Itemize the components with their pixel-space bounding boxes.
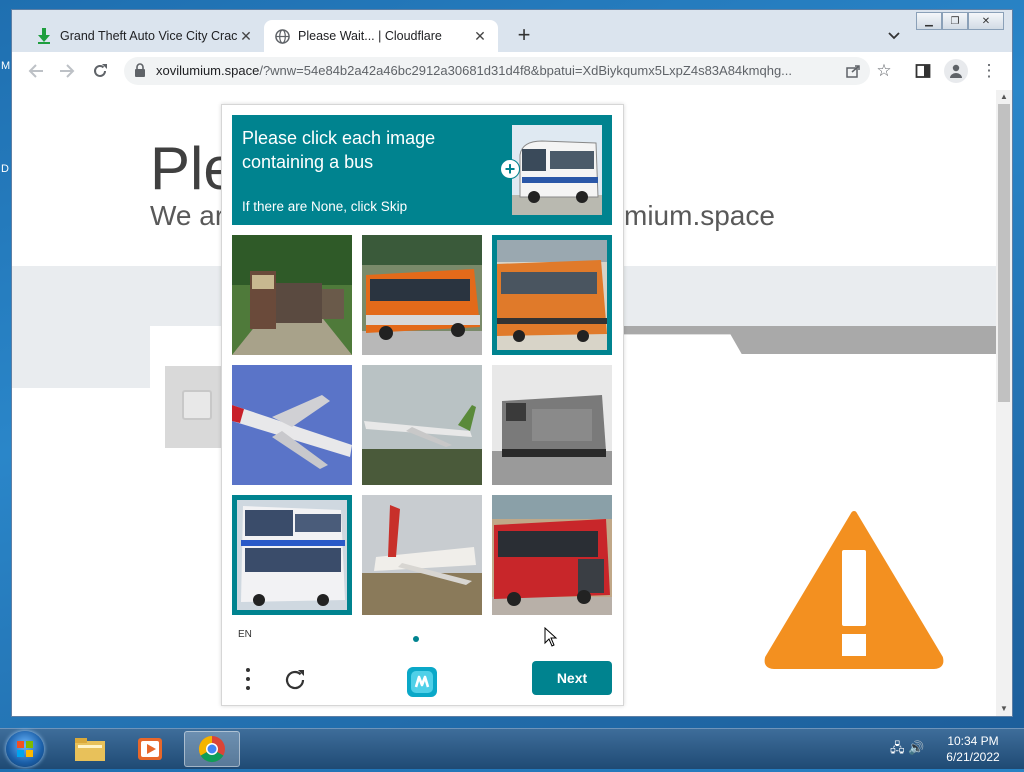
folder-icon	[75, 738, 105, 761]
mouse-cursor-icon	[544, 627, 558, 647]
new-tab-button[interactable]: +	[512, 24, 536, 48]
scroll-up-arrow-icon[interactable]: ▲	[996, 90, 1012, 104]
captcha-footer: Next	[222, 655, 623, 703]
taskbar-clock[interactable]: 10:34 PM 6/21/2022	[938, 733, 1008, 765]
back-arrow-icon[interactable]	[25, 60, 47, 82]
bookmark-star-icon[interactable]: ☆	[873, 60, 895, 82]
captcha-challenge: Please click each image containing a bus…	[221, 104, 624, 706]
tab-cloudflare[interactable]: Please Wait... | Cloudflare ✕	[264, 20, 498, 52]
captcha-tile-selected[interactable]	[232, 495, 352, 615]
tab-strip: Grand Theft Auto Vice City Crack ✕ Pleas…	[12, 10, 1012, 52]
example-expand-icon[interactable]: +	[500, 159, 520, 179]
language-selector[interactable]: EN	[238, 629, 252, 640]
captcha-tile[interactable]	[362, 365, 482, 485]
start-button[interactable]	[6, 731, 44, 767]
maximize-button[interactable]: ❐	[942, 12, 968, 30]
tab-title: Grand Theft Auto Vice City Crack	[60, 29, 238, 43]
taskbar-file-explorer[interactable]	[62, 731, 118, 767]
warning-icon	[764, 511, 944, 669]
captcha-tile[interactable]	[492, 365, 612, 485]
download-arrow-icon	[36, 28, 52, 44]
close-tab-icon[interactable]: ✕	[238, 28, 254, 45]
captcha-image-grid	[232, 235, 612, 615]
captcha-skip-hint: If there are None, click Skip	[242, 199, 408, 214]
taskbar: 🖧 🔊 10:34 PM 6/21/2022	[0, 728, 1024, 769]
tab-search-chevron-icon[interactable]	[884, 26, 904, 46]
captcha-tile-selected[interactable]	[492, 235, 612, 355]
progress-band	[622, 326, 996, 388]
url-text: xovilumium.space/?wnw=54e84b2a42a46bc291…	[156, 63, 793, 78]
media-player-icon	[138, 738, 162, 760]
verify-checkbox[interactable]	[182, 390, 212, 420]
captcha-tile[interactable]	[232, 235, 352, 355]
page-indicator-dot	[413, 636, 419, 642]
globe-icon	[274, 28, 290, 44]
address-bar[interactable]: xovilumium.space/?wnw=54e84b2a42a46bc291…	[124, 57, 870, 85]
tab-gta-crack[interactable]: Grand Theft Auto Vice City Crack ✕	[26, 20, 264, 52]
taskbar-chrome[interactable]	[184, 731, 240, 767]
captcha-menu-icon[interactable]	[240, 665, 256, 693]
close-tab-icon[interactable]: ✕	[472, 28, 488, 45]
clock-date: 6/21/2022	[946, 750, 1000, 764]
chrome-icon	[198, 735, 225, 763]
captcha-tile[interactable]	[232, 365, 352, 485]
close-window-button[interactable]: ✕	[968, 12, 1004, 30]
desktop-icon-label-m: M	[1, 60, 11, 72]
clock-time: 10:34 PM	[947, 734, 999, 748]
lock-icon[interactable]	[134, 63, 146, 83]
profile-avatar-icon[interactable]	[944, 59, 968, 83]
side-panel-icon[interactable]	[912, 60, 934, 82]
network-icon[interactable]: 🖧	[890, 740, 905, 755]
browser-menu-icon[interactable]: ⋮	[978, 60, 1000, 82]
share-icon[interactable]	[842, 60, 864, 82]
hcaptcha-logo-icon	[405, 665, 439, 699]
forward-arrow-icon[interactable]	[56, 60, 78, 82]
captcha-tile[interactable]	[362, 235, 482, 355]
page-subtitle-domain: mium.space	[624, 200, 775, 231]
refresh-challenge-icon[interactable]	[282, 667, 308, 693]
captcha-header: Please click each image containing a bus…	[232, 115, 612, 225]
minimize-button[interactable]: ▁	[916, 12, 942, 30]
page-scrollbar[interactable]: ▲ ▼	[996, 90, 1012, 716]
system-tray: 🖧 🔊	[890, 739, 930, 759]
captcha-prompt: Please click each image containing a bus	[242, 128, 436, 172]
next-button[interactable]: Next	[532, 661, 612, 695]
page-subtitle: We ar	[150, 200, 225, 231]
tab-title: Please Wait... | Cloudflare	[298, 29, 442, 43]
desktop-icon-label-d: D	[1, 163, 9, 175]
reload-icon[interactable]	[89, 60, 111, 82]
volume-icon[interactable]: 🔊	[908, 740, 924, 755]
taskbar-media-player[interactable]	[122, 731, 178, 767]
scroll-down-arrow-icon[interactable]: ▼	[996, 702, 1012, 716]
scroll-thumb[interactable]	[998, 104, 1010, 402]
captcha-tile[interactable]	[492, 495, 612, 615]
browser-toolbar: xovilumium.space/?wnw=54e84b2a42a46bc291…	[12, 52, 1012, 91]
captcha-tile[interactable]	[362, 495, 482, 615]
example-bus-image	[512, 125, 602, 215]
